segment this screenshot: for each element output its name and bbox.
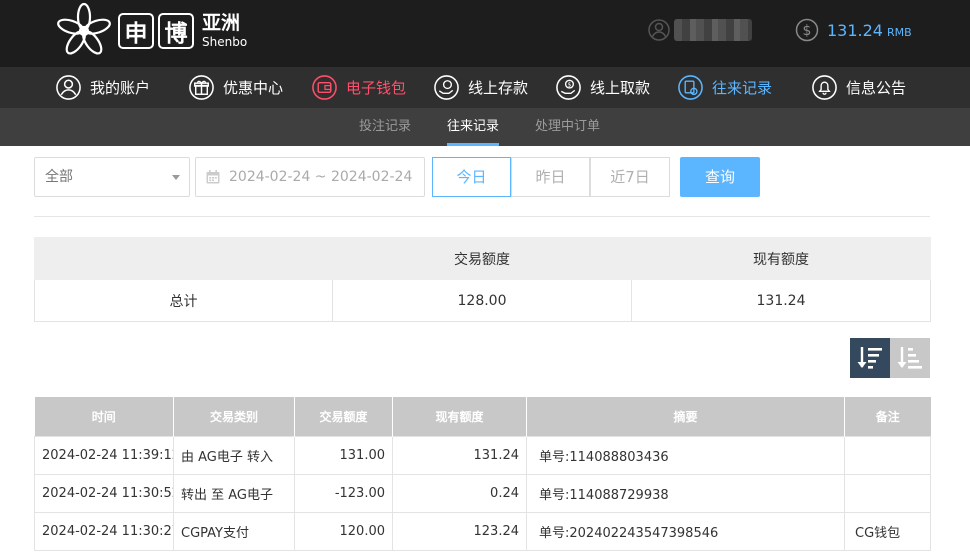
- nav-transaction-records[interactable]: 往来记录: [677, 73, 772, 102]
- chevron-down-icon: [172, 175, 180, 180]
- cell-summary: 单号:202402243547398546: [526, 511, 845, 551]
- summary-total-label: 总计: [34, 279, 333, 322]
- user-avatar-icon: [648, 19, 670, 41]
- quick-yesterday-button[interactable]: 昨日: [511, 157, 590, 197]
- type-select[interactable]: 全部: [34, 157, 190, 197]
- sub-nav: 投注记录 往来记录 处理中订单: [0, 108, 970, 146]
- nav-online-withdraw[interactable]: $ 线上取款: [555, 73, 650, 102]
- divider: [34, 216, 930, 217]
- cell-balance: 0.24: [392, 473, 527, 513]
- top-header: 申 博 亚洲 Shenbo $ 131.24 RMB: [0, 0, 970, 67]
- cell-summary: 单号:114088803436: [526, 435, 845, 475]
- cell-time: 2024-02-24 11:39:12: [34, 435, 174, 475]
- cell-note: CG钱包: [844, 511, 931, 551]
- table-row[interactable]: 2024-02-24 11:39:12 由 AG电子 转入 131.00 131…: [34, 435, 931, 475]
- type-select-value: 全部: [45, 169, 73, 185]
- cell-balance: 131.24: [392, 435, 527, 475]
- cell-time: 2024-02-24 11:30:52: [34, 473, 174, 513]
- nav-label: 线上存款: [468, 79, 529, 97]
- bell-icon: [812, 75, 837, 100]
- records-header-row: 时间 交易类别 交易额度 现有额度 摘要 备注: [34, 397, 931, 436]
- nav-label: 往来记录: [712, 79, 773, 97]
- dollar-coin-icon: $: [795, 18, 819, 42]
- logo-char-2: 博: [158, 13, 194, 49]
- summary-total-balance: 131.24: [631, 279, 931, 322]
- subtab-bet-records[interactable]: 投注记录: [359, 108, 411, 146]
- date-range-value: 2024-02-24 ~ 2024-02-24: [229, 169, 413, 185]
- col-header-summary[interactable]: 摘要: [526, 397, 845, 436]
- quick-last7days-button[interactable]: 近7日: [590, 157, 670, 197]
- cell-balance: 123.24: [392, 511, 527, 551]
- nav-label: 我的账户: [90, 79, 151, 97]
- user-circle-icon: [56, 75, 81, 100]
- cell-type: 由 AG电子 转入: [173, 435, 295, 475]
- deposit-icon: [434, 75, 459, 100]
- subtab-transaction-records[interactable]: 往来记录: [447, 108, 500, 146]
- records-icon: [678, 75, 703, 100]
- col-header-type[interactable]: 交易类别: [173, 397, 295, 436]
- withdraw-icon: $: [556, 75, 581, 100]
- balance-value: 131.24: [827, 20, 883, 40]
- cell-note: [844, 473, 931, 513]
- svg-text:$: $: [803, 23, 812, 39]
- logo-text: 亚洲 Shenbo: [202, 12, 248, 49]
- nav-promotions[interactable]: 优惠中心: [188, 73, 283, 102]
- nav-label: 电子钱包: [346, 79, 407, 97]
- sort-descending-button[interactable]: [850, 338, 890, 378]
- nav-e-wallet[interactable]: 电子钱包: [311, 73, 406, 102]
- cell-amount: 131.00: [294, 435, 393, 475]
- subtab-pending-orders[interactable]: 处理中订单: [535, 108, 600, 146]
- summary-total-amount: 128.00: [332, 279, 632, 322]
- summary-header-balance: 现有额度: [631, 237, 931, 280]
- cell-type: 转出 至 AG电子: [173, 473, 295, 513]
- table-row[interactable]: 2024-02-24 11:30:27 CGPAY支付 120.00 123.2…: [34, 511, 931, 551]
- col-header-note[interactable]: 备注: [844, 397, 931, 436]
- balance-unit: RMB: [886, 25, 912, 39]
- calendar-icon: [206, 170, 220, 184]
- summary-table: 交易额度 现有额度 总计 128.00 131.24: [34, 237, 931, 322]
- cell-summary: 单号:114088729938: [526, 473, 845, 513]
- table-row[interactable]: 2024-02-24 11:30:52 转出 至 AG电子 -123.00 0.…: [34, 473, 931, 513]
- sort-ascending-button[interactable]: [890, 338, 930, 378]
- gift-icon: [189, 75, 214, 100]
- quick-today-button[interactable]: 今日: [432, 157, 511, 197]
- logo-cn-text: 亚洲: [202, 12, 241, 34]
- sort-descending-icon: [857, 347, 882, 369]
- nav-my-account[interactable]: 我的账户: [55, 73, 150, 102]
- summary-header-amount: 交易额度: [332, 237, 632, 280]
- sort-ascending-icon: [897, 347, 922, 369]
- cell-amount: 120.00: [294, 511, 393, 551]
- nav-announcements[interactable]: 信息公告: [811, 73, 906, 102]
- cell-type: CGPAY支付: [173, 511, 295, 551]
- summary-total-row: 总计 128.00 131.24: [34, 279, 931, 322]
- cell-time: 2024-02-24 11:30:27: [34, 511, 174, 551]
- summary-header-blank: [34, 237, 333, 280]
- summary-header-row: 交易额度 现有额度: [34, 237, 931, 280]
- username-redacted: [674, 19, 752, 41]
- records-table: 时间 交易类别 交易额度 现有额度 摘要 备注 2024-02-24 11:39…: [34, 397, 931, 551]
- user-info[interactable]: [648, 16, 752, 44]
- site-logo[interactable]: 申 博 亚洲 Shenbo: [54, 0, 247, 62]
- main-nav: 我的账户 优惠中心 电子钱包 线上存款 $ 线上取款 往来记录 信息公告: [0, 67, 970, 108]
- col-header-time[interactable]: 时间: [34, 397, 174, 436]
- logo-en-text: Shenbo: [202, 35, 248, 49]
- wallet-icon: [312, 75, 337, 100]
- nav-online-deposit[interactable]: 线上存款: [433, 73, 528, 102]
- logo-char-1: 申: [118, 13, 154, 49]
- nav-label: 信息公告: [846, 79, 907, 97]
- lotus-flower-icon: [57, 2, 111, 55]
- nav-label: 线上取款: [590, 79, 651, 97]
- col-header-amount[interactable]: 交易额度: [294, 397, 393, 436]
- nav-label: 优惠中心: [223, 79, 284, 97]
- cell-note: [844, 435, 931, 475]
- balance-display: $ 131.24 RMB: [795, 18, 912, 42]
- query-button[interactable]: 查询: [680, 157, 760, 197]
- svg-text:$: $: [568, 83, 572, 89]
- date-range-input[interactable]: 2024-02-24 ~ 2024-02-24: [195, 157, 425, 197]
- col-header-balance[interactable]: 现有额度: [392, 397, 527, 436]
- cell-amount: -123.00: [294, 473, 393, 513]
